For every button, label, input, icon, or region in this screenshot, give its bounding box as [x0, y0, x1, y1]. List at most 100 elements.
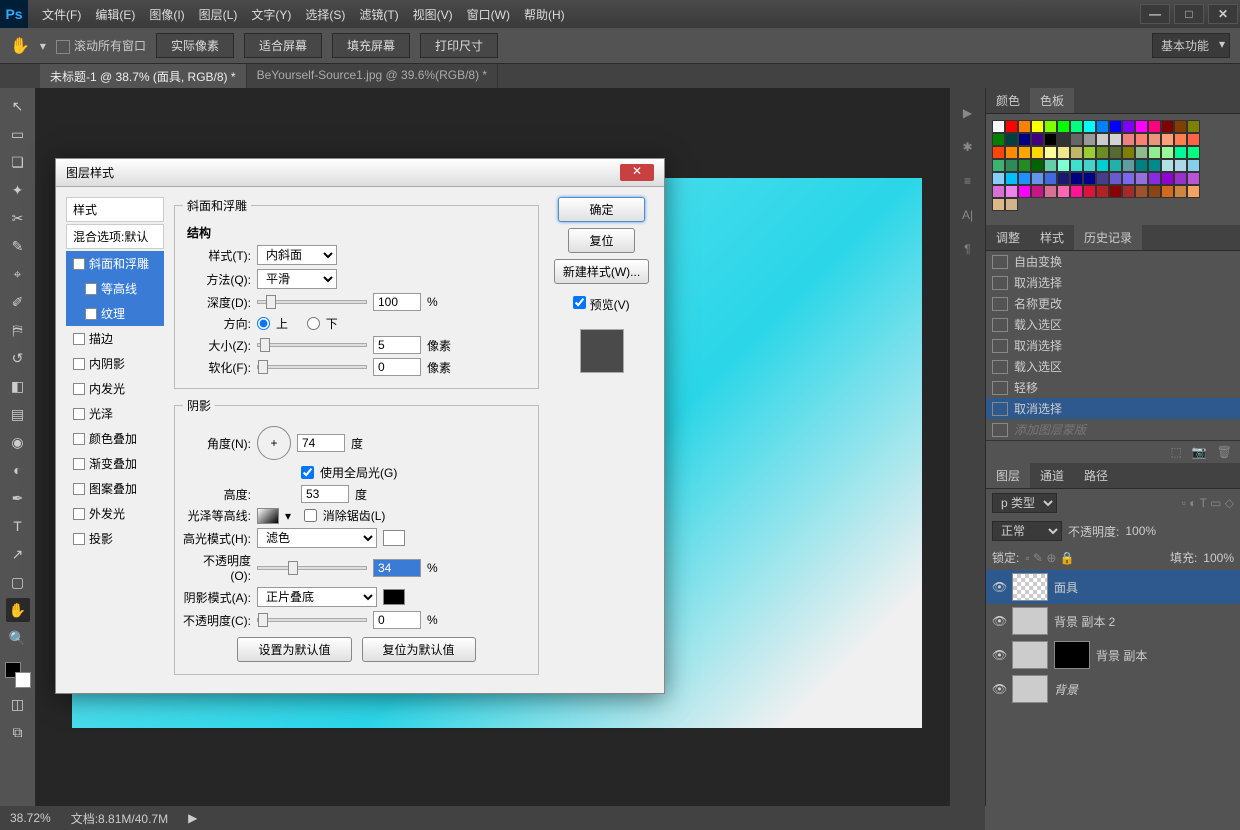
- swatch[interactable]: [1096, 133, 1109, 146]
- swatch[interactable]: [1135, 120, 1148, 133]
- swatch[interactable]: [1096, 146, 1109, 159]
- swatch[interactable]: [1031, 185, 1044, 198]
- layer-item[interactable]: 👁面具: [986, 570, 1240, 604]
- swatch[interactable]: [1174, 159, 1187, 172]
- size-input[interactable]: [373, 336, 421, 354]
- style-item[interactable]: 图案叠加: [66, 476, 164, 501]
- hand-tool-icon[interactable]: ✋: [6, 598, 30, 622]
- path-tool-icon[interactable]: ↗: [6, 542, 30, 566]
- swatch[interactable]: [1148, 159, 1161, 172]
- swatch[interactable]: [1031, 120, 1044, 133]
- doc-tab-2[interactable]: BeYourself-Source1.jpg @ 39.6%(RGB/8) *: [247, 64, 499, 88]
- pen-tool-icon[interactable]: ✒: [6, 486, 30, 510]
- swatch[interactable]: [1174, 133, 1187, 146]
- blend-options[interactable]: 混合选项:默认: [66, 224, 164, 249]
- styles-tab[interactable]: 样式: [1030, 225, 1074, 250]
- style-item[interactable]: 斜面和浮雕: [66, 251, 164, 276]
- new-snapshot-icon[interactable]: ⬚: [1170, 445, 1181, 459]
- altitude-input[interactable]: [301, 485, 349, 503]
- swatch[interactable]: [1031, 133, 1044, 146]
- swatch[interactable]: [1031, 159, 1044, 172]
- fill-screen-button[interactable]: 填充屏幕: [332, 33, 410, 58]
- style-item[interactable]: 投影: [66, 526, 164, 551]
- swatch[interactable]: [1070, 172, 1083, 185]
- swatch[interactable]: [992, 120, 1005, 133]
- swatch[interactable]: [1135, 146, 1148, 159]
- swatch[interactable]: [1109, 120, 1122, 133]
- swatch[interactable]: [1135, 185, 1148, 198]
- stamp-tool-icon[interactable]: ⛿: [6, 318, 30, 342]
- dialog-close-button[interactable]: ✕: [620, 164, 654, 181]
- swatch[interactable]: [992, 159, 1005, 172]
- gradient-tool-icon[interactable]: ▤: [6, 402, 30, 426]
- shadow-mode-select[interactable]: 正片叠底: [257, 587, 377, 607]
- menu-item[interactable]: 编辑(E): [95, 6, 135, 23]
- swatch[interactable]: [1135, 159, 1148, 172]
- style-item[interactable]: 外发光: [66, 501, 164, 526]
- menu-item[interactable]: 帮助(H): [524, 6, 565, 23]
- swatch[interactable]: [1018, 133, 1031, 146]
- marquee-tool-icon[interactable]: ▭: [6, 122, 30, 146]
- swatch[interactable]: [1057, 120, 1070, 133]
- swatches-tab[interactable]: 色板: [1030, 88, 1074, 113]
- styles-header[interactable]: 样式: [66, 197, 164, 222]
- swatch[interactable]: [1070, 159, 1083, 172]
- swatch[interactable]: [1122, 146, 1135, 159]
- sh-opacity-slider[interactable]: [257, 618, 367, 622]
- channels-tab[interactable]: 通道: [1030, 463, 1074, 488]
- swatch[interactable]: [1018, 159, 1031, 172]
- menu-item[interactable]: 窗口(W): [467, 6, 510, 23]
- brush-tool-icon[interactable]: ✐: [6, 290, 30, 314]
- layer-item[interactable]: 👁背景 副本 2: [986, 604, 1240, 638]
- style-item[interactable]: 描边: [66, 326, 164, 351]
- swatch[interactable]: [1122, 172, 1135, 185]
- quickmask-icon[interactable]: ◫: [6, 692, 30, 716]
- close-button[interactable]: ✕: [1208, 4, 1238, 24]
- swatch[interactable]: [1018, 146, 1031, 159]
- visibility-icon[interactable]: 👁: [992, 614, 1006, 628]
- swatch[interactable]: [1096, 120, 1109, 133]
- doc-tab-1[interactable]: 未标题-1 @ 38.7% (面具, RGB/8) *: [40, 64, 247, 88]
- swatch[interactable]: [1018, 172, 1031, 185]
- swatch[interactable]: [1122, 185, 1135, 198]
- swatch[interactable]: [992, 133, 1005, 146]
- history-item[interactable]: 取消选择: [986, 398, 1240, 419]
- expand-icon[interactable]: ▶: [963, 106, 972, 120]
- swatch[interactable]: [1005, 133, 1018, 146]
- paths-tab[interactable]: 路径: [1074, 463, 1118, 488]
- history-item[interactable]: 轻移: [986, 377, 1240, 398]
- char-panel-icon[interactable]: ≡: [964, 174, 971, 188]
- swatch[interactable]: [1018, 185, 1031, 198]
- hl-opacity-input[interactable]: [373, 559, 421, 577]
- history-item[interactable]: 名称更改: [986, 293, 1240, 314]
- visibility-icon[interactable]: 👁: [992, 682, 1006, 696]
- menu-item[interactable]: 文字(Y): [251, 6, 291, 23]
- swatch[interactable]: [1070, 133, 1083, 146]
- history-tab[interactable]: 历史记录: [1074, 225, 1142, 250]
- swatch[interactable]: [1161, 159, 1174, 172]
- a-panel-icon[interactable]: A|: [962, 208, 973, 222]
- swatch[interactable]: [1109, 146, 1122, 159]
- history-brush-tool-icon[interactable]: ↺: [6, 346, 30, 370]
- style-item[interactable]: 颜色叠加: [66, 426, 164, 451]
- highlight-mode-select[interactable]: 滤色: [257, 528, 377, 548]
- sh-opacity-input[interactable]: [373, 611, 421, 629]
- swatch[interactable]: [1096, 172, 1109, 185]
- soften-slider[interactable]: [257, 365, 367, 369]
- fill-value[interactable]: 100%: [1203, 551, 1234, 565]
- maximize-button[interactable]: □: [1174, 4, 1204, 24]
- swatch[interactable]: [992, 172, 1005, 185]
- swatch[interactable]: [1174, 120, 1187, 133]
- set-default-button[interactable]: 设置为默认值: [237, 637, 351, 662]
- swatch[interactable]: [1122, 120, 1135, 133]
- swatch[interactable]: [1044, 159, 1057, 172]
- trash-icon[interactable]: 🗑: [1217, 445, 1232, 459]
- shape-tool-icon[interactable]: ▢: [6, 570, 30, 594]
- para-panel-icon[interactable]: ¶: [964, 242, 970, 256]
- crop-tool-icon[interactable]: ✂: [6, 206, 30, 230]
- depth-slider[interactable]: [257, 300, 367, 304]
- swatch[interactable]: [1005, 120, 1018, 133]
- swatch[interactable]: [1031, 146, 1044, 159]
- swatch[interactable]: [1161, 120, 1174, 133]
- swatch[interactable]: [1044, 172, 1057, 185]
